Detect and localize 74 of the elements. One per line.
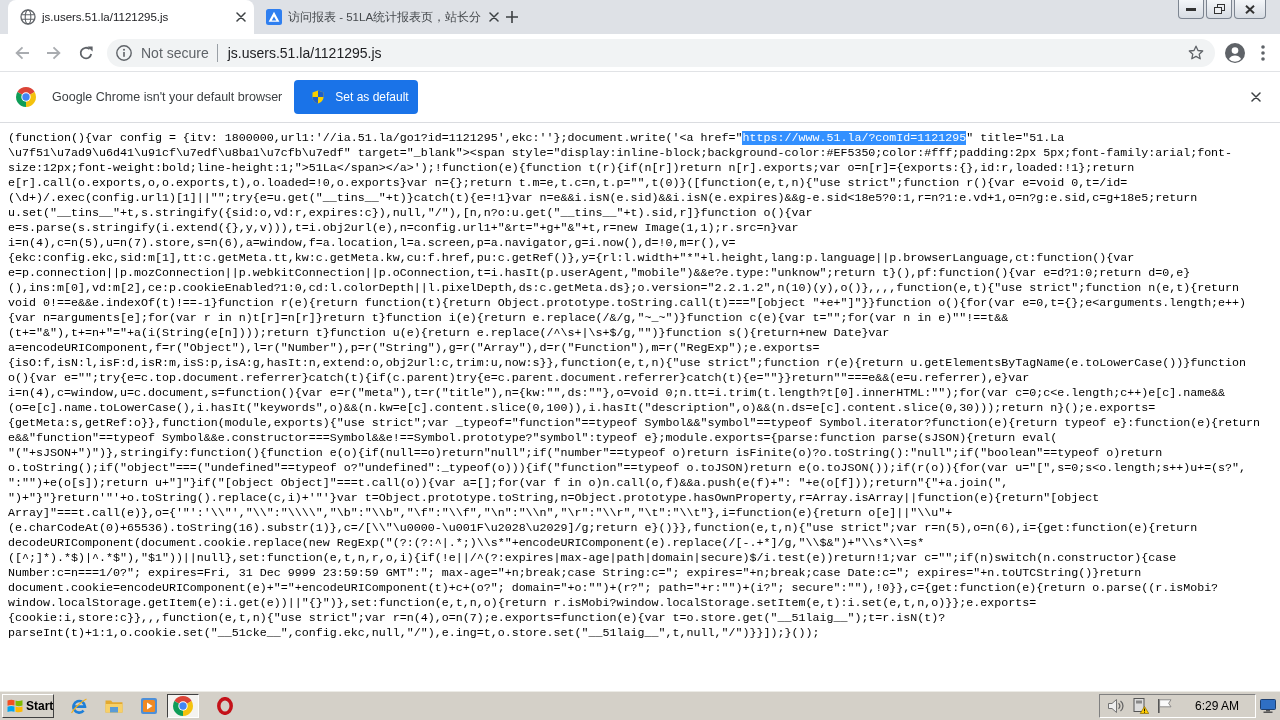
code-text: Array]"===t.call(e)},o={'"':'\\"',"\\":"\\\\","\b":"\\b","\f":"\\f","\n":"\\n","\r":"\\r","\t":"\\t"},i=function(e){return o[e]||"\\u"+ [8, 506, 953, 520]
code-text: document.cookie=encodeURIComponent(e)+"="+encodeURIComponent(t)+c+(o?"; domain="+o:"")+(r?"; path="+r:"")+(i?"; secure":""),!0}},c={get:function(e){return o.parse((r.isMobi? [8, 581, 1219, 595]
e-logo-icon[interactable] [71, 697, 87, 714]
monitor-icon[interactable] [1260, 698, 1276, 713]
triangle-icon [266, 9, 282, 25]
code-text: (function(){var config = {itv: 1800000,url1:'//ia.51.la/go1?id=1121295',ekc:''};document.write('<a href=" [8, 131, 743, 145]
code-text: i=n(4),c=window,u=c.document,s=function(){var e=r("meta"),t=r("title"),n={kw:"",ds:""},o=void 0;n.tt=i.trim(t.length?t[0].innerHTML:"");for(var c=0;c<e.length;c++)e[c].name&& [8, 386, 1226, 400]
code-text: e=s.parse(s.stringify(i.extend({},y,v))),t=i.obj2url(e),n=config.url1+"&rt="+g+"&"+t,r=new Image(1,1);r.src=n}var [8, 221, 799, 235]
code-text: o.toString();if("object"===("undefined"==typeof o?"undefined":_typeof(o))){if("function"==typeof o.toJSON)return e(o.toJSON());if(r(o)){for(var u="[",s=0;s<o.length;s++)u+=(s?", [8, 461, 1247, 475]
close-icon[interactable] [1251, 92, 1261, 102]
infobar-message: Google Chrome isn't your default browser [52, 90, 283, 104]
code-text: (),ins:m[0],vd:m[2],ce:p.cookieEnabled?1:0,cd:l.colorDepth||l.pixelDepth,ds:c.getMeta.ds};o.version="2.2.1.2",n(10)(y),o()},,,,function(e,t){"use strict";function n(e,t){return [8, 281, 1240, 295]
code-text: window.localStorage.getItem(e):i.get(e))||"{}")},set:function(e,t,n,o){return r.isMobi?window.localStorage.setItem(e,t):i.set(e,t,n,o)}};e.exports= [8, 596, 1037, 610]
restore-icon [1213, 4, 1225, 14]
restore-button[interactable] [1206, 0, 1232, 19]
browser-tab[interactable]: 访问报表 - 51LA统计报表页，站长分 [254, 0, 500, 34]
code-text: {var n=arguments[e];for(var r in n)t[r]=n[r]}return t}function i(e){return e.replace(/&/g,"~_~")}function c(e){var t="";for(var n in e)""!==t&& [8, 311, 1009, 325]
set-default-button[interactable]: Set as default [294, 80, 419, 114]
code-text: ":"")+e(o[s]);return u+"]"}if("[object Object]"===t.call(o)){var a=[];for(var f in o)n.call(o,f)&&a.push(e(f)+": "+e(o[f]));return"{"+a.join(", [8, 476, 1009, 490]
code-text: {ekc:config.ekc,sid:m[1],tt:c.getMeta.tt,kw:c.getMeta.kw,cu:f.href,pu:c.getRef()},y={rl:l.width+"*"+l.height,lang:p.language||p.browserLanguage,ct:function(){var [8, 251, 1135, 265]
menu-icon[interactable] [1261, 44, 1265, 61]
minimize-button[interactable] [1178, 0, 1204, 19]
ring-icon[interactable] [217, 696, 233, 715]
computer-warning-icon[interactable] [1132, 697, 1149, 714]
code-text: (t+="&"),t+=n+"="+a(i(String(e[n])));return t}function u(e){return e.replace(/^\s+|\s+$/g,"")}function s(){return+new Date}var [8, 326, 890, 340]
selected-text: https://www.51.la/?comId=1121295 [742, 131, 967, 145]
minimize-icon [1186, 7, 1196, 11]
browser-tab[interactable]: js.users.51.la/1121295.js [8, 0, 254, 34]
code-text: e=p.connection||p.mozConnection||p.webkitConnection||p.oConnection,t=i.hasIt(p.userAgent,"mobile")&&e?e.type:"unknow";return t}(),pf:function(){var e=d?1:0;return d=0,e} [8, 266, 1191, 280]
address-bar[interactable]: Not secure js.users.51.la/1121295.js [107, 38, 1215, 67]
code-text: {isO:f,isN:l,isF:d,isR:m,isS:p,isA:g,hasIt:n,extend:o,obj2url:c,trim:u,now:s}},function(e,t,n){"use strict";function r(e){return u.getElementsByTagName(e.toLowerCase())}function [8, 356, 1247, 370]
code-text: e[r].call(o.exports,o,o.exports,t),o.loaded=!0,o.exports}var n={};return t.m=e,t.c=n,t.p="",t(0)}([function(e,t,n){"use strict";function r(){var e=void 0,t=/id= [8, 176, 1128, 190]
globe-icon [20, 9, 36, 25]
code-text: {getMeta:s,getRef:o}},function(module,exports){"use strict";var _typeof="function"==typeof Symbol&&"symbol"==typeof Symbol.iterator?function(e){return typeof e}:function(e){return [8, 416, 1261, 430]
code-text: \u7f51\u7ad9\u6d41\u91cf\u7edf\u8ba1\u7cfb\u7edf" target="_blank"><span style="display:inline-block;background-color:#EF5350;color:#fff;padding:2px 5px;font-family:arial;font- [8, 146, 1233, 160]
close-icon[interactable] [236, 12, 246, 22]
code-text: {cookie:i,store:c}},,,function(e,t,n){"use strict";var r=n(4),o=n(7);e.exports=function(e){var t=o.store.get("__51laig__");t=r.isN(t)? [8, 611, 946, 625]
speaker-icon[interactable] [1107, 698, 1124, 713]
code-text: (o=e[c].name.toLowerCase(),i.hasIt("keywords",o)&&(n.kw=e[c].content.slice(0,100)),i.hasIt("description",o)&&(n.ds=e[c].content.slice(0,30)));return n}();e.exports= [8, 401, 1156, 415]
code-text: i=n(4),c=n(5),u=n(7).store,s=n(6),a=window,f=a.location,l=a.screen,p=a.navigator,g=i.now(),d=!0,m=r(),v= [8, 236, 736, 250]
code-text: (\d+)/.exec(config.url1)[1]||"";try{e=u.get("__tins__"+t)}catch(t){e=!1}var n=e&&i.isN(e.sid)&&i.isN(e.expires)&&g-e.sid<18e5?0:1,r=n?1:e.vd+1,o=n?g:e.sid,c=g+18e5;return [8, 191, 1198, 205]
flag-icon[interactable] [1157, 698, 1172, 713]
close-icon[interactable] [489, 12, 500, 22]
code-text: Number:c=n===1/0?"; expires=Fri, 31 Dec 9999 23:59:59 GMT":"; max-age="+n;break;case String:c="; expires="+n;break;case Date:c="; expires="+n.toUTCString()}return [8, 566, 1142, 580]
code-text: ")+"}"}return'"'+o.toString().replace(c,i)+'"'}var t=Object.prototype.toString,n=Object.prototype.hasOwnProperty,r=Array.isArray||function(e){return"[object [8, 491, 1100, 505]
code-text: (e.charCodeAt(0)+65536).toString(16).substr(1)},c=/[\\"\u0000-\u001F\u2028\u2029]/g;return e}()}},function(e,t,n){"use strict";var r=n(5),o=n(6),i={get:function(e){return [8, 521, 1198, 535]
code-text: a=encodeURIComponent,f=r("Object"),l=r("Number"),p=r("String"),g=r("Array"),d=r("Function"),m=r("RegExp");e.exports= [8, 341, 820, 355]
code-text: parseInt(t)+1:1,o.cookie.set("__51cke__",config.ekc,null,"/"),e.ing=t,o.store.set("__51laig__",t,null,"/")}}]);}()); [8, 626, 820, 640]
code-text: "("+sJSON+")")},stringify:function(){function e(o){if(null==o)return"null";if("number"==typeof o)return isFinite(o)?o.toString():"null";if("boolean"==typeof o)return [8, 446, 1163, 460]
code-text: size:12px;font-weight:bold;line-height:1;">51La</span></a>');!function(e){function t(r){if(n[r])return n[r].exports;var o=n[r]={exports:{},id:r,loaded:!1};return [8, 161, 1135, 175]
close-icon [1245, 4, 1255, 14]
security-label[interactable]: Not secure [141, 44, 209, 61]
code-text: ([^;]*).*$)|^.*$"),"$1"))||null},set:function(e,t,n,r,o,i){if(!e||/^(?:expires|max-age|path|domain|secure)$/i.test(e))return!1;var c="";if(n)switch(n.constructor){case [8, 551, 1177, 565]
task-button[interactable] [167, 693, 199, 718]
browser-logo-icon [173, 695, 193, 716]
code-text: e&&"function"==typeof Symbol&&e.constructor===Symbol&&e!==Symbol.prototype?"symbol":typeof e};module.exports={parse:function parse(sJSON){return eval( [8, 431, 1058, 445]
browser-logo-icon [16, 87, 36, 107]
start-logo-icon [7, 698, 23, 713]
code-text: " title="51.La [966, 131, 1065, 145]
star-icon[interactable] [1188, 44, 1204, 61]
url-text: js.users.51.la/1121295.js [227, 44, 382, 61]
code-text: o(){var e="";try{e=c.top.document.referrer}catch(t){if(c.parent)try{e=c.parent.document.referrer}catch(t){e=""}}return""===e&&(e=u.referrer),e}var [8, 371, 1030, 385]
code-text: decodeURIComponent(document.cookie.replace(new RegExp("(?:(?:^|.*;)\\s*"+encodeURIComponent(e).replace(/[-.+*]/g,"\\$&")+"\\s*\\=s* [8, 536, 925, 550]
close-button[interactable] [1234, 0, 1266, 19]
code-text: void 0!==e&&e.indexOf(t)!==-1}function r(e){return function(t){return Object.prototype.toString.call(t)==="[object "+e+"]"}}function o(){for(var e=0,t={};e<arguments.length;e++) [8, 296, 1247, 310]
shield-icon [312, 90, 325, 104]
start-button[interactable]: Start [2, 693, 54, 718]
play-icon[interactable] [141, 697, 157, 714]
reload-icon[interactable] [79, 45, 93, 60]
info-icon[interactable] [116, 44, 132, 61]
account-icon[interactable] [1225, 42, 1245, 63]
clock: 6:29 AM [1194, 698, 1239, 713]
code-text: u.set("__tins__"+t,s.stringify({sid:o,vd:r,expires:c}),null,"/"),[n,n?o:u.get("__tins__"+t).sid,r]}function o(){var [8, 206, 813, 220]
new-tab-icon[interactable] [506, 11, 518, 23]
